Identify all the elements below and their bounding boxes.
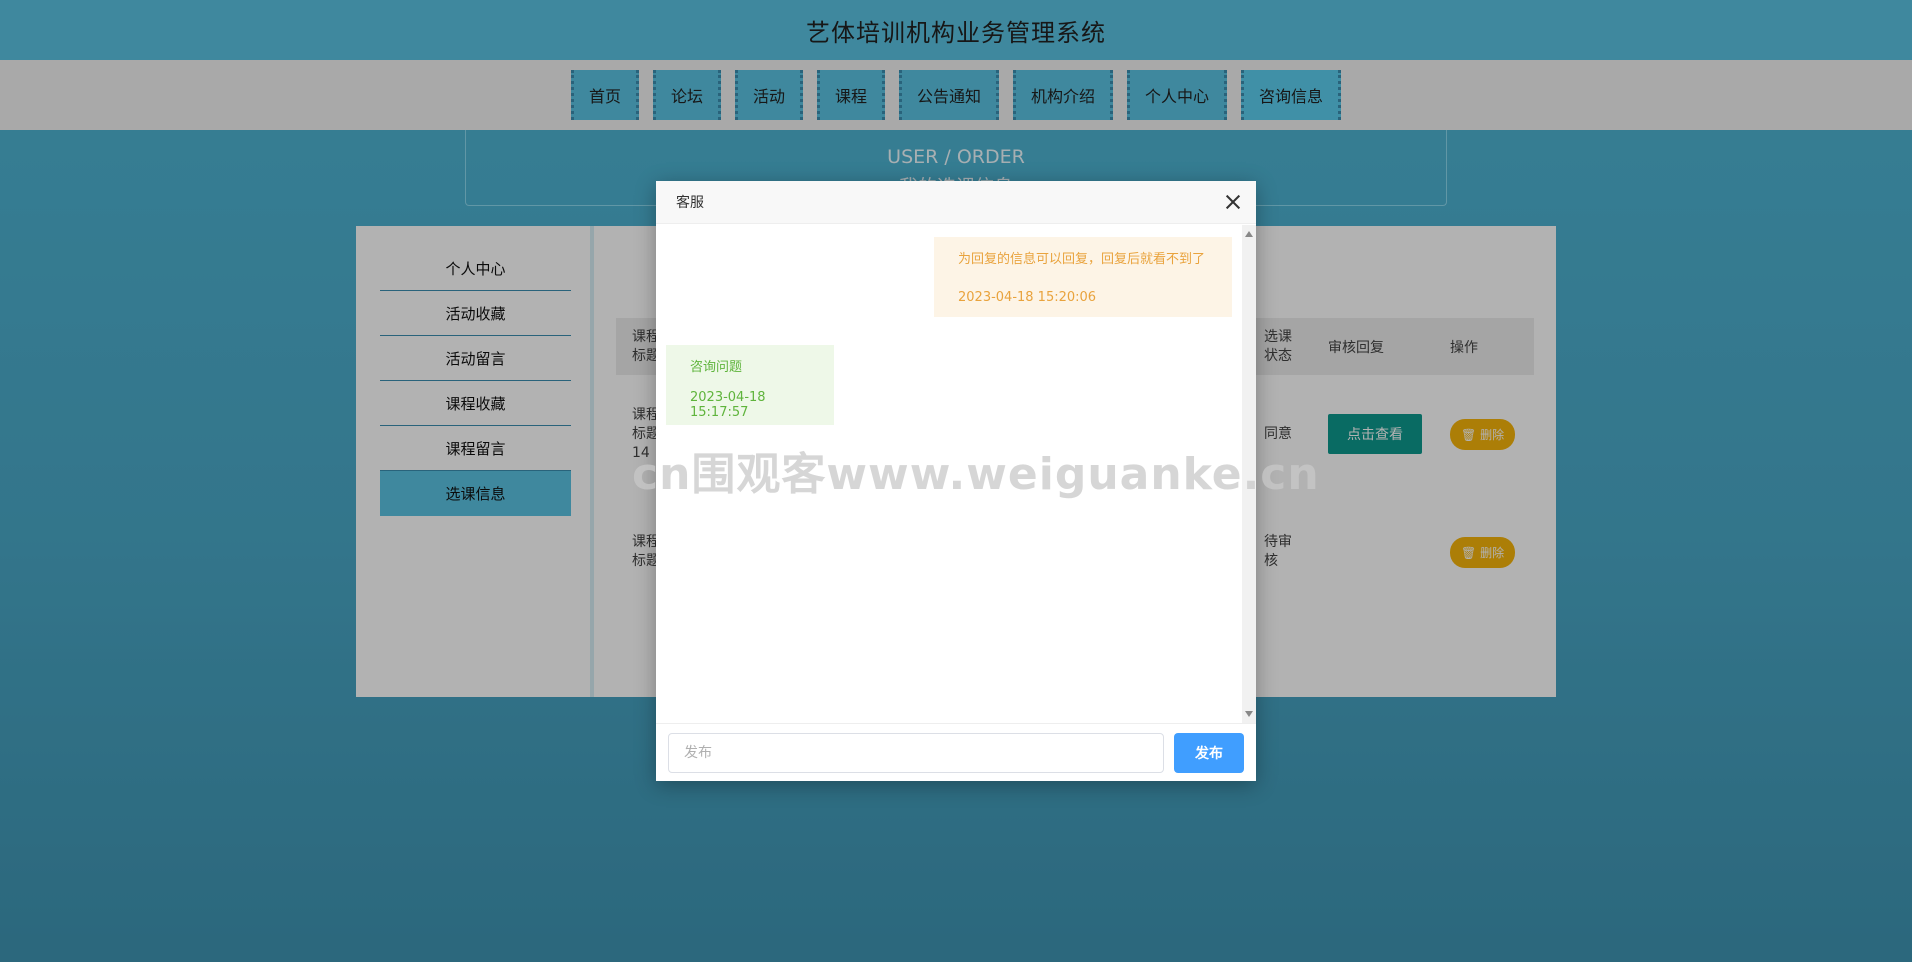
message-input[interactable] xyxy=(668,733,1164,773)
modal-title: 客服 xyxy=(676,195,704,211)
scroll-down-icon[interactable] xyxy=(1245,711,1253,717)
message-bubble-reply: 为回复的信息可以回复，回复后就看不到了 2023-04-18 15:20:06 xyxy=(934,237,1232,317)
scroll-up-icon[interactable] xyxy=(1245,231,1253,237)
message-time: 2023-04-18 15:20:06 xyxy=(958,289,1097,305)
modal-footer: 发布 xyxy=(656,723,1256,781)
message-text: 为回复的信息可以回复，回复后就看不到了 xyxy=(958,251,1206,267)
close-icon[interactable] xyxy=(1224,193,1242,211)
message-bubble-user: 咨询问题 2023-04-18 15:17:57 xyxy=(666,345,834,425)
message-time: 2023-04-18 15:17:57 xyxy=(690,390,766,420)
watermark-text: cn围观客www.weiguanke.cn xyxy=(632,449,1320,500)
message-text: 咨询问题 xyxy=(690,359,743,375)
post-button[interactable]: 发布 xyxy=(1174,733,1244,773)
modal-header: 客服 xyxy=(656,181,1256,224)
